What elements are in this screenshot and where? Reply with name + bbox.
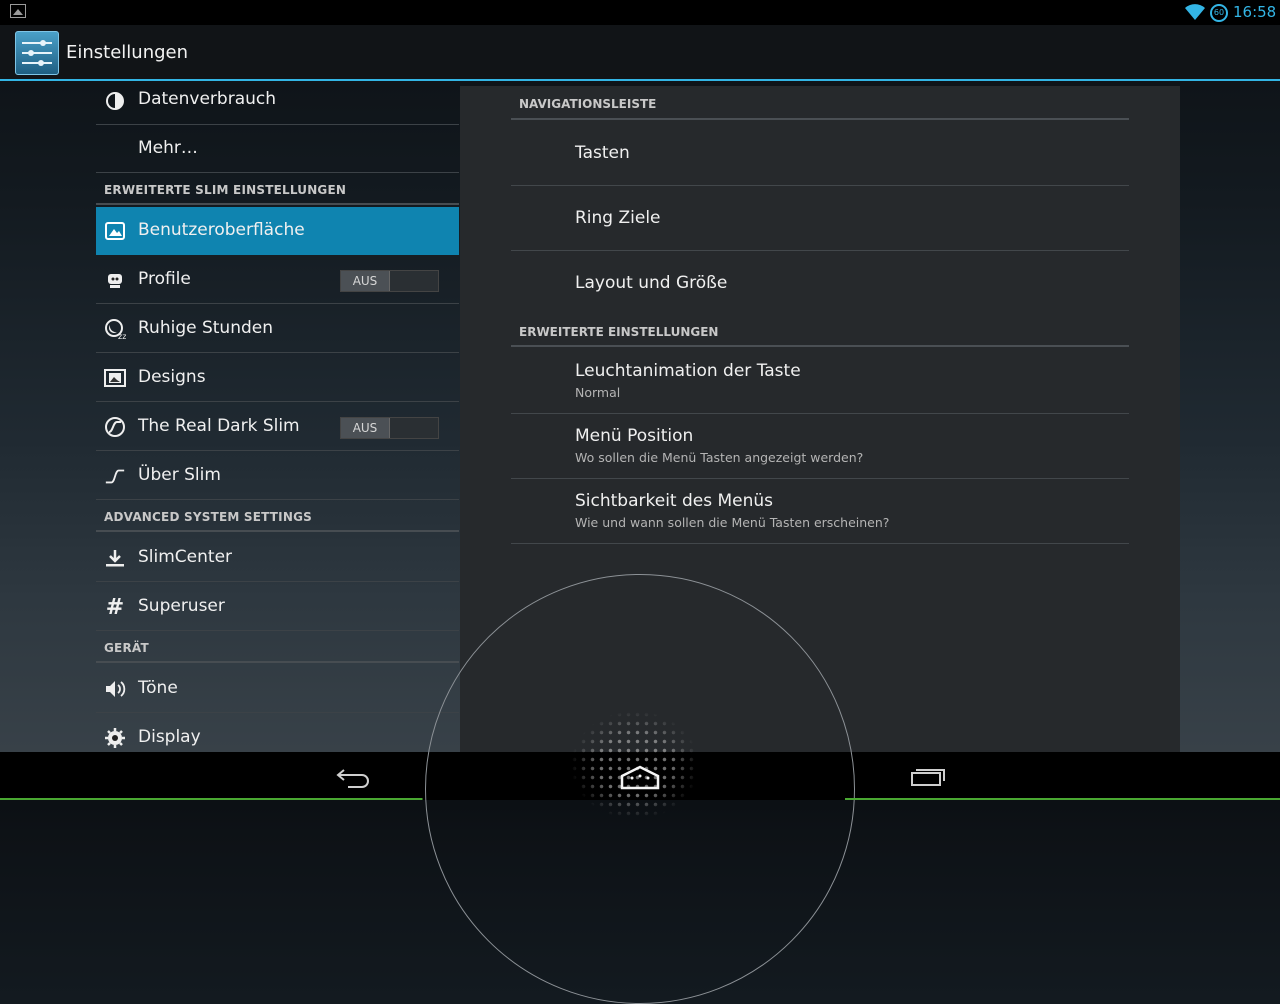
toggle-state: AUS — [341, 418, 390, 438]
pref-item-button-glow[interactable]: Leuchtanimation der Taste Normal — [511, 349, 1129, 414]
dark-slim-icon — [104, 416, 126, 438]
pref-title: Ring Ziele — [575, 208, 661, 228]
pref-item-buttons[interactable]: Tasten — [511, 121, 1129, 186]
download-icon — [104, 547, 126, 569]
list-item-dark-slim[interactable]: The Real Dark Slim AUS — [96, 403, 459, 451]
divider — [96, 530, 459, 532]
pref-summary: Wie und wann sollen die Menü Tasten ersc… — [575, 515, 890, 530]
list-item-data-usage[interactable]: Datenverbrauch — [96, 77, 459, 125]
list-item-profile[interactable]: Profile AUS — [96, 256, 459, 304]
image-notification-icon — [10, 4, 26, 18]
back-button[interactable] — [336, 766, 372, 788]
pref-item-menu-visibility[interactable]: Sichtbarkeit des Menüs Wie und wann soll… — [511, 479, 1129, 544]
settings-app-icon[interactable] — [15, 31, 59, 75]
pref-summary: Wo sollen die Menü Tasten angezeigt werd… — [575, 450, 864, 465]
section-header-slim: ERWEITERTE SLIM EINSTELLUNGEN — [104, 183, 347, 197]
quiet-hours-icon: zz — [104, 318, 126, 340]
list-item-label: Ruhige Stunden — [138, 318, 274, 338]
themes-icon — [104, 367, 126, 389]
pref-item-layout-size[interactable]: Layout und Größe — [511, 251, 1129, 316]
battery-icon: 60 — [1210, 4, 1228, 22]
list-item-quiet-hours[interactable]: zz Ruhige Stunden — [96, 305, 459, 353]
pref-item-menu-position[interactable]: Menü Position Wo sollen die Menü Tasten … — [511, 414, 1129, 479]
pref-title: Layout und Größe — [575, 273, 728, 293]
pref-summary: Normal — [575, 385, 621, 400]
divider — [511, 345, 1129, 347]
section-header-advanced: ERWEITERTE EINSTELLUNGEN — [519, 325, 719, 339]
action-bar: Einstellungen — [0, 25, 1280, 81]
interface-icon — [104, 220, 126, 242]
list-item-label: Über Slim — [138, 465, 221, 485]
list-item-label: Datenverbrauch — [138, 89, 277, 109]
pref-title: Leuchtanimation der Taste — [575, 361, 801, 381]
dark-slim-toggle[interactable]: AUS — [340, 417, 439, 439]
list-item-display[interactable]: Display — [96, 714, 459, 752]
slim-logo-icon — [104, 465, 126, 487]
list-item-sounds[interactable]: Töne — [96, 665, 459, 713]
list-item-label: Benutzeroberfläche — [138, 220, 305, 240]
svg-text:zz: zz — [118, 332, 126, 340]
pref-title: Sichtbarkeit des Menüs — [575, 491, 774, 511]
settings-category-list[interactable]: Datenverbrauch Mehr… ERWEITERTE SLIM EIN… — [96, 77, 459, 752]
data-usage-icon — [104, 90, 126, 112]
list-item-label: Designs — [138, 367, 206, 387]
toggle-state: AUS — [341, 271, 390, 291]
list-item-label: SlimCenter — [138, 547, 233, 567]
volume-icon — [104, 678, 126, 700]
list-item-themes[interactable]: Designs — [96, 354, 459, 402]
recent-apps-button[interactable] — [910, 767, 946, 787]
list-item-about-slim[interactable]: Über Slim — [96, 452, 459, 500]
list-item-label: Mehr… — [138, 138, 198, 158]
wifi-icon — [1185, 4, 1205, 20]
brightness-icon — [104, 727, 126, 749]
status-bar: 60 16:58 — [0, 0, 1280, 25]
profile-icon — [104, 269, 126, 291]
section-header-device: GERÄT — [104, 641, 149, 655]
list-item-more[interactable]: Mehr… — [96, 125, 459, 173]
pref-title: Menü Position — [575, 426, 694, 446]
profile-toggle[interactable]: AUS — [340, 270, 439, 292]
hash-icon: # — [105, 594, 125, 620]
page-title: Einstellungen — [66, 42, 189, 63]
list-item-label: Superuser — [138, 596, 225, 616]
list-item-slimcenter[interactable]: SlimCenter — [96, 534, 459, 582]
divider — [511, 118, 1129, 120]
divider — [96, 661, 459, 663]
clock: 16:58 — [1233, 3, 1277, 21]
list-item-label: Profile — [138, 269, 191, 289]
list-item-superuser[interactable]: # Superuser — [96, 583, 459, 631]
pref-title: Tasten — [575, 143, 630, 163]
pref-item-ring-targets[interactable]: Ring Ziele — [511, 186, 1129, 251]
list-item-label: Display — [138, 727, 201, 747]
home-button[interactable] — [618, 764, 662, 792]
divider — [96, 203, 459, 205]
list-item-label: Töne — [138, 678, 178, 698]
section-header-advanced-system: ADVANCED SYSTEM SETTINGS — [104, 510, 312, 524]
list-item-label: The Real Dark Slim — [138, 416, 300, 436]
list-item-user-interface[interactable]: Benutzeroberfläche — [96, 207, 459, 255]
section-header-navbar: NAVIGATIONSLEISTE — [519, 97, 657, 111]
